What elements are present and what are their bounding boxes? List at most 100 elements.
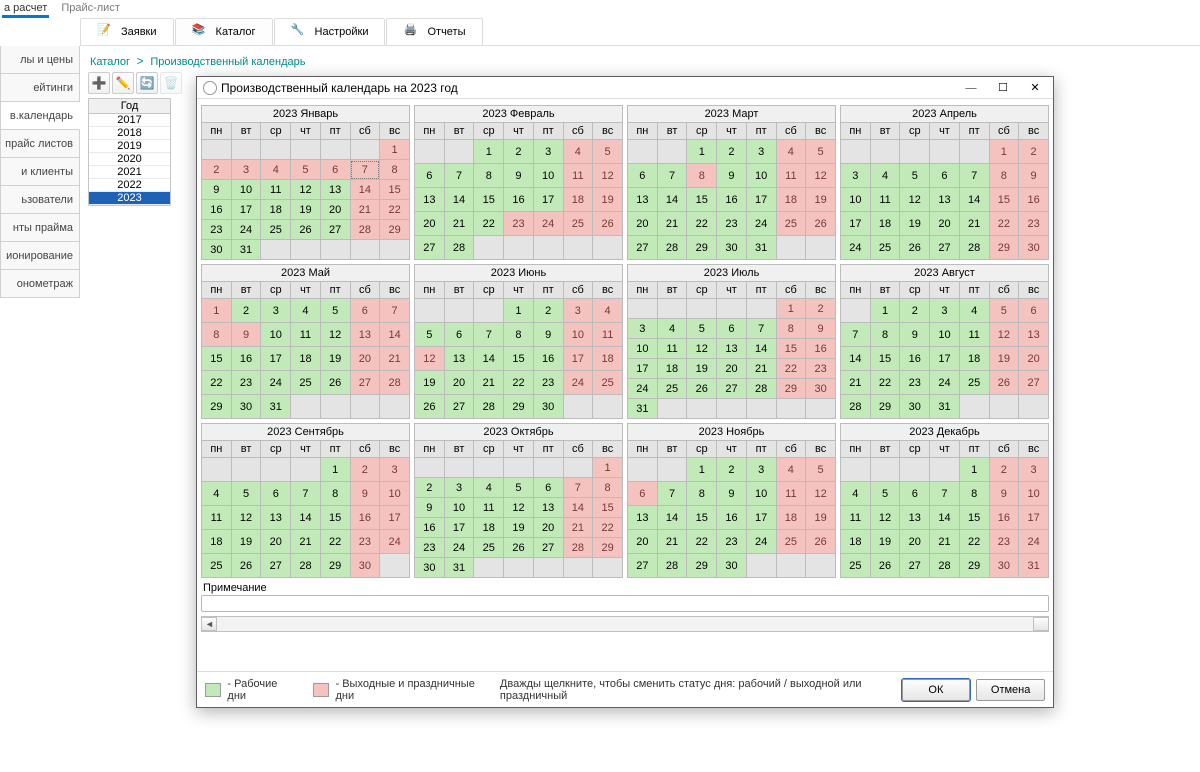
day-cell[interactable]: 6 [261, 482, 291, 506]
day-cell[interactable]: 12 [504, 498, 534, 518]
day-cell[interactable]: 29 [593, 538, 623, 558]
day-cell[interactable]: 3 [1019, 458, 1049, 482]
day-cell[interactable]: 20 [444, 371, 474, 395]
day-cell[interactable]: 16 [717, 188, 747, 212]
day-cell[interactable]: 28 [959, 236, 989, 260]
day-cell[interactable]: 13 [1019, 323, 1049, 347]
day-cell[interactable]: 6 [930, 164, 960, 188]
day-cell[interactable]: 22 [593, 518, 623, 538]
day-cell[interactable]: 26 [900, 236, 930, 260]
day-cell[interactable]: 2 [900, 299, 930, 323]
day-cell[interactable]: 11 [202, 506, 232, 530]
day-cell[interactable]: 13 [717, 339, 747, 359]
day-cell[interactable]: 27 [320, 220, 350, 240]
day-cell[interactable]: 1 [380, 140, 410, 160]
day-cell[interactable]: 6 [350, 299, 380, 323]
day-cell[interactable]: 27 [1019, 371, 1049, 395]
day-cell[interactable]: 6 [1019, 299, 1049, 323]
day-cell[interactable]: 23 [806, 359, 836, 379]
day-cell[interactable]: 27 [261, 554, 291, 578]
day-cell[interactable]: 26 [504, 538, 534, 558]
day-cell[interactable]: 14 [350, 180, 380, 200]
day-cell[interactable]: 4 [841, 482, 871, 506]
day-cell[interactable]: 5 [231, 482, 261, 506]
day-cell[interactable]: 15 [989, 188, 1019, 212]
side-tab[interactable]: нты прайма [0, 214, 80, 242]
day-cell[interactable]: 18 [959, 347, 989, 371]
day-cell[interactable]: 1 [687, 140, 717, 164]
day-cell[interactable]: 27 [533, 538, 563, 558]
day-cell[interactable]: 14 [380, 323, 410, 347]
day-cell[interactable]: 10 [628, 339, 658, 359]
day-cell[interactable]: 24 [533, 212, 563, 236]
day-cell[interactable]: 8 [776, 319, 806, 339]
day-cell[interactable]: 10 [930, 323, 960, 347]
day-cell[interactable]: 11 [870, 188, 900, 212]
day-cell[interactable]: 11 [563, 164, 593, 188]
day-cell[interactable]: 29 [320, 554, 350, 578]
day-cell[interactable]: 24 [841, 236, 871, 260]
day-cell[interactable]: 16 [717, 506, 747, 530]
day-cell[interactable]: 4 [474, 478, 504, 498]
day-cell[interactable]: 11 [959, 323, 989, 347]
day-cell[interactable]: 1 [776, 299, 806, 319]
day-cell[interactable]: 12 [320, 323, 350, 347]
day-cell[interactable]: 29 [504, 395, 534, 419]
year-item[interactable]: 2020 [89, 153, 170, 166]
day-cell[interactable]: 3 [930, 299, 960, 323]
day-cell[interactable]: 10 [231, 180, 261, 200]
day-cell[interactable]: 2 [717, 458, 747, 482]
day-cell[interactable]: 30 [1019, 236, 1049, 260]
side-tab[interactable]: ьзователи [0, 186, 80, 214]
day-cell[interactable]: 4 [202, 482, 232, 506]
day-cell[interactable]: 14 [474, 347, 504, 371]
day-cell[interactable]: 9 [415, 498, 445, 518]
delete-button[interactable]: 🗑️ [160, 72, 182, 94]
edit-button[interactable]: ✏️ [112, 72, 134, 94]
day-cell[interactable]: 22 [202, 371, 232, 395]
day-cell[interactable]: 3 [533, 140, 563, 164]
day-cell[interactable]: 14 [291, 506, 321, 530]
day-cell[interactable]: 24 [444, 538, 474, 558]
day-cell[interactable]: 21 [474, 371, 504, 395]
day-cell[interactable]: 20 [1019, 347, 1049, 371]
day-cell[interactable]: 3 [380, 458, 410, 482]
day-cell[interactable]: 24 [231, 220, 261, 240]
day-cell[interactable]: 7 [350, 160, 380, 180]
day-cell[interactable]: 1 [593, 458, 623, 478]
day-cell[interactable]: 23 [231, 371, 261, 395]
day-cell[interactable]: 25 [593, 371, 623, 395]
day-cell[interactable]: 26 [231, 554, 261, 578]
day-cell[interactable]: 4 [657, 319, 687, 339]
day-cell[interactable]: 18 [593, 347, 623, 371]
day-cell[interactable]: 28 [474, 395, 504, 419]
day-cell[interactable]: 21 [291, 530, 321, 554]
day-cell[interactable]: 29 [776, 379, 806, 399]
day-cell[interactable]: 20 [717, 359, 747, 379]
day-cell[interactable]: 30 [989, 554, 1019, 578]
sub-tab[interactable]: а расчет [2, 0, 49, 18]
day-cell[interactable]: 8 [989, 164, 1019, 188]
day-cell[interactable]: 18 [291, 347, 321, 371]
day-cell[interactable]: 20 [900, 530, 930, 554]
day-cell[interactable]: 3 [746, 458, 776, 482]
ok-button[interactable]: ОК [902, 679, 971, 701]
day-cell[interactable]: 22 [474, 212, 504, 236]
day-cell[interactable]: 1 [687, 458, 717, 482]
day-cell[interactable]: 17 [930, 347, 960, 371]
side-tab[interactable]: в.календарь [0, 102, 80, 130]
year-item[interactable]: 2017 [89, 114, 170, 127]
day-cell[interactable]: 28 [746, 379, 776, 399]
side-tab[interactable]: ионирование [0, 242, 80, 270]
day-cell[interactable]: 29 [380, 220, 410, 240]
day-cell[interactable]: 6 [415, 164, 445, 188]
day-cell[interactable]: 7 [657, 164, 687, 188]
day-cell[interactable]: 2 [989, 458, 1019, 482]
day-cell[interactable]: 19 [504, 518, 534, 538]
day-cell[interactable]: 15 [320, 506, 350, 530]
day-cell[interactable]: 6 [900, 482, 930, 506]
day-cell[interactable]: 27 [717, 379, 747, 399]
day-cell[interactable]: 6 [320, 160, 350, 180]
day-cell[interactable]: 2 [1019, 140, 1049, 164]
day-cell[interactable]: 7 [474, 323, 504, 347]
